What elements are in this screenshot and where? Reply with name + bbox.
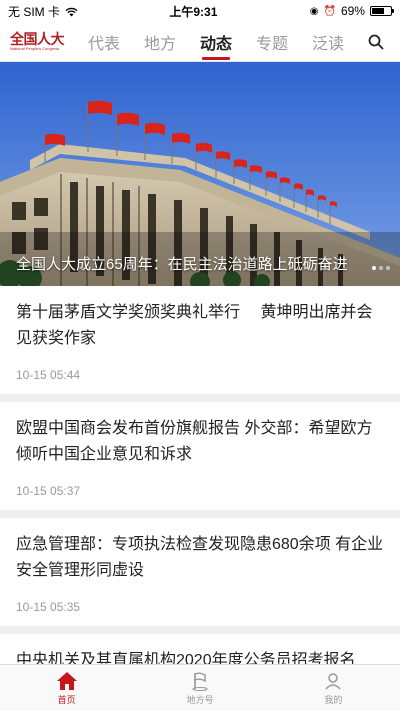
tabbar-home-label: 首页 [57,694,76,705]
tab-daibiao[interactable]: 代表 [86,22,122,62]
status-time: 上午9:31 [169,4,218,19]
bottom-tab-bar: 首页 地方号 我的 [0,664,400,711]
tabbar-mine-label: 我的 [324,694,343,705]
search-button[interactable] [362,28,390,56]
carousel-dot [379,266,383,270]
news-title[interactable]: 第十届茅盾文学奖颁奖典礼举行 黄坤明出席并会见获奖作家 [16,300,384,352]
user-icon [325,672,341,690]
wifi-icon [65,7,78,16]
tab-fandu[interactable]: 泛读 [310,22,346,62]
tab-zhuanti[interactable]: 专题 [254,22,290,62]
channel-tabs: 代表 地方 动态 专题 泛读 [76,22,356,62]
carousel-dot [372,266,376,270]
news-time: 10-15 05:37 [16,484,81,498]
home-icon [56,671,77,690]
tabbar-local-label: 地方号 [186,694,214,705]
battery-percent: 69% [340,4,365,18]
logo-subtitle: National People's Congress [10,46,60,51]
carousel-dot [386,266,390,270]
flag-icon [192,672,208,691]
search-icon [368,34,384,49]
hero-banner[interactable]: 全国人大成立65周年：在民主法治道路上砥砺奋进 [0,62,400,286]
battery-icon [369,6,394,16]
status-bar: 无 SIM 卡 上午9:31 ◉ ⏰ 69% [0,0,400,22]
tab-dongtai[interactable]: 动态 [198,22,234,62]
location-icon: ◉ [309,5,319,17]
status-right: ◉ ⏰ 69% [309,4,394,18]
alarm-icon: ⏰ [323,5,336,17]
news-list: 第十届茅盾文学奖颁奖典礼举行 黄坤明出席并会见获奖作家 10-15 05:44 … [0,286,400,674]
news-time: 10-15 05:44 [16,368,81,382]
tabbar-home[interactable]: 首页 [0,665,133,711]
tab-difang[interactable]: 地方 [142,22,178,62]
carrier-label: 无 SIM 卡 [8,4,61,19]
app-logo[interactable]: 全国人大 National People's Congress [10,32,68,51]
carousel-indicator [372,266,390,270]
status-left: 无 SIM 卡 [8,3,78,20]
logo-text: 全国人大 [10,31,65,47]
tabbar-mine[interactable]: 我的 [267,665,400,711]
news-item[interactable]: 第十届茅盾文学奖颁奖典礼举行 黄坤明出席并会见获奖作家 10-15 05:44 [0,286,400,394]
news-title[interactable]: 应急管理部：专项执法检查发现隐患680余项 有企业安全管理形同虚设 [16,532,384,584]
top-nav: 全国人大 National People's Congress 代表 地方 动态… [0,22,400,62]
news-time: 10-15 05:35 [16,600,81,614]
tabbar-local[interactable]: 地方号 [133,665,266,711]
news-item[interactable]: 欧盟中国商会发布首份旗舰报告 外交部：希望欧方倾听中国企业意见和诉求 10-15… [0,402,400,510]
hero-caption[interactable]: 全国人大成立65周年：在民主法治道路上砥砺奋进 [16,254,370,276]
news-item[interactable]: 应急管理部：专项执法检查发现隐患680余项 有企业安全管理形同虚设 10-15 … [0,518,400,626]
news-title[interactable]: 欧盟中国商会发布首份旗舰报告 外交部：希望欧方倾听中国企业意见和诉求 [16,416,384,468]
great-hall-image [0,62,400,286]
